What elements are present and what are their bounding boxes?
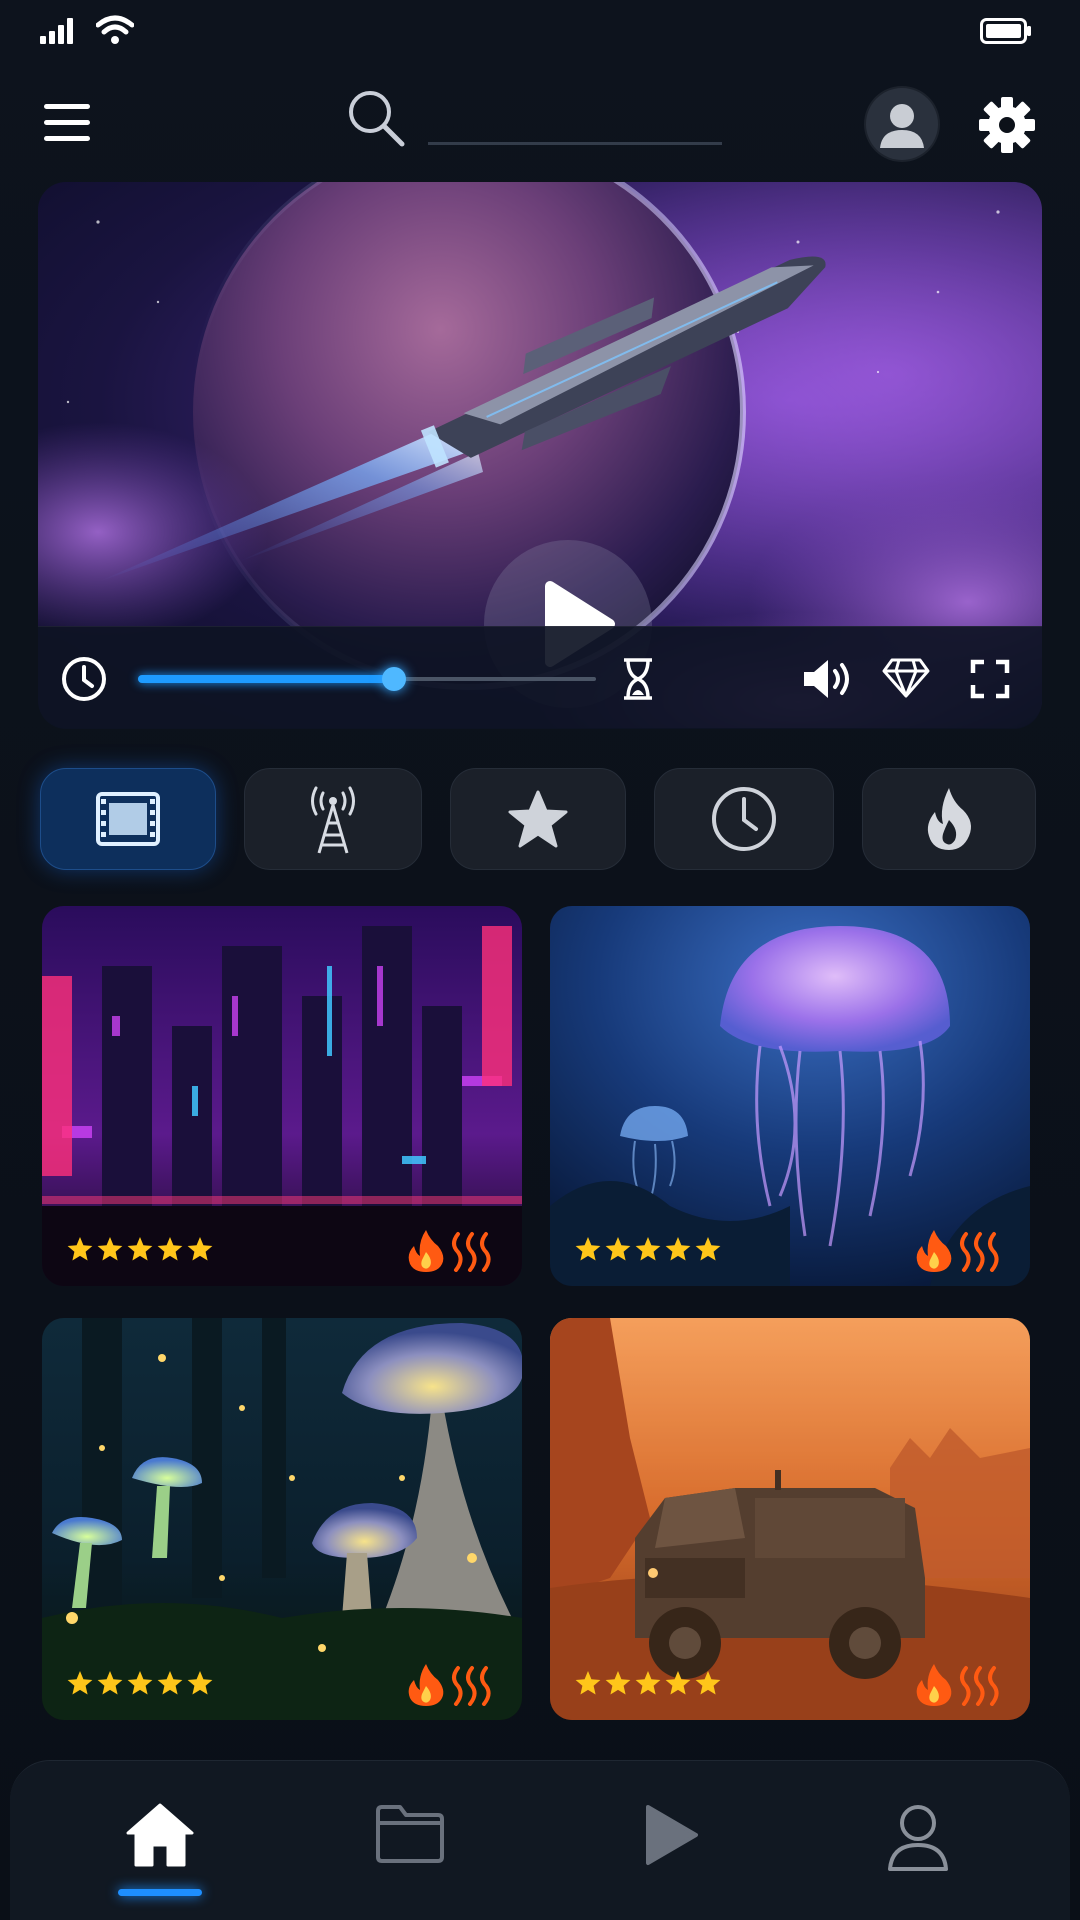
search-icon[interactable] — [346, 88, 408, 150]
battery-icon — [980, 18, 1031, 44]
status-bar — [0, 0, 1080, 64]
clock-icon — [712, 787, 776, 851]
flame-heat-icon — [916, 1664, 999, 1706]
rating-star — [127, 1671, 153, 1695]
media-card[interactable] — [42, 906, 522, 1286]
wifi-icon — [96, 15, 134, 44]
media-card[interactable] — [550, 1318, 1030, 1720]
category-trending[interactable] — [862, 768, 1036, 870]
category-recent[interactable] — [654, 768, 834, 870]
fullscreen-icon[interactable] — [970, 659, 1010, 699]
nav-profile[interactable] — [858, 1801, 978, 1901]
play-icon — [646, 1805, 698, 1865]
player-controls — [38, 626, 1042, 729]
active-indicator — [118, 1889, 202, 1896]
rating-star — [97, 1237, 123, 1261]
progress-handle[interactable] — [382, 667, 407, 691]
rating-star — [635, 1671, 661, 1695]
rating-star — [187, 1671, 213, 1695]
flame-heat-icon — [916, 1230, 999, 1272]
card-image — [550, 1318, 1030, 1720]
rating-star — [575, 1671, 601, 1695]
rating-star — [695, 1237, 721, 1261]
rating-star — [157, 1237, 183, 1261]
search-input[interactable] — [428, 94, 722, 145]
category-film[interactable] — [40, 768, 216, 870]
media-card[interactable] — [550, 906, 1030, 1286]
app-screen — [0, 0, 1080, 1920]
rating-star — [97, 1671, 123, 1695]
star-rating — [575, 1671, 721, 1695]
folder-icon — [376, 1805, 444, 1863]
rating-star — [575, 1237, 601, 1261]
user-icon — [888, 1805, 948, 1871]
rating-star — [605, 1671, 631, 1695]
flame-icon — [927, 788, 971, 850]
category-starred[interactable] — [450, 768, 626, 870]
star-rating — [575, 1237, 721, 1261]
rating-star — [67, 1237, 93, 1261]
film-icon — [96, 792, 160, 846]
rating-star — [605, 1237, 631, 1261]
flame-heat-icon — [408, 1664, 491, 1706]
broadcast-tower-icon — [311, 786, 355, 854]
star-rating — [67, 1237, 213, 1261]
signal-bars-icon — [40, 16, 76, 44]
hourglass-icon[interactable] — [620, 657, 656, 701]
search-bar — [346, 84, 726, 154]
bottom-navigation — [10, 1760, 1070, 1920]
diamond-icon[interactable] — [882, 657, 930, 699]
rating-star — [187, 1237, 213, 1261]
card-image — [42, 1318, 522, 1720]
rating-star — [635, 1237, 661, 1261]
rating-star — [67, 1671, 93, 1695]
gear-icon[interactable] — [978, 96, 1036, 154]
rating-star — [665, 1671, 691, 1695]
rating-star — [695, 1671, 721, 1695]
media-card[interactable] — [42, 1318, 522, 1720]
nav-home[interactable] — [100, 1801, 220, 1901]
progress-fill — [138, 675, 395, 683]
volume-icon[interactable] — [802, 657, 852, 701]
nav-library[interactable] — [350, 1801, 470, 1901]
category-broadcast[interactable] — [244, 768, 422, 870]
star-icon — [508, 790, 568, 848]
star-rating — [67, 1671, 213, 1695]
hamburger-menu-icon[interactable] — [44, 100, 92, 144]
user-avatar-icon[interactable] — [866, 88, 938, 160]
rating-star — [127, 1237, 153, 1261]
home-icon — [126, 1803, 194, 1867]
flame-heat-icon — [408, 1230, 491, 1272]
rating-star — [157, 1671, 183, 1695]
rating-star — [665, 1237, 691, 1261]
progress-slider[interactable] — [138, 667, 596, 691]
nav-player[interactable] — [610, 1801, 730, 1901]
clock-icon[interactable] — [60, 655, 108, 703]
